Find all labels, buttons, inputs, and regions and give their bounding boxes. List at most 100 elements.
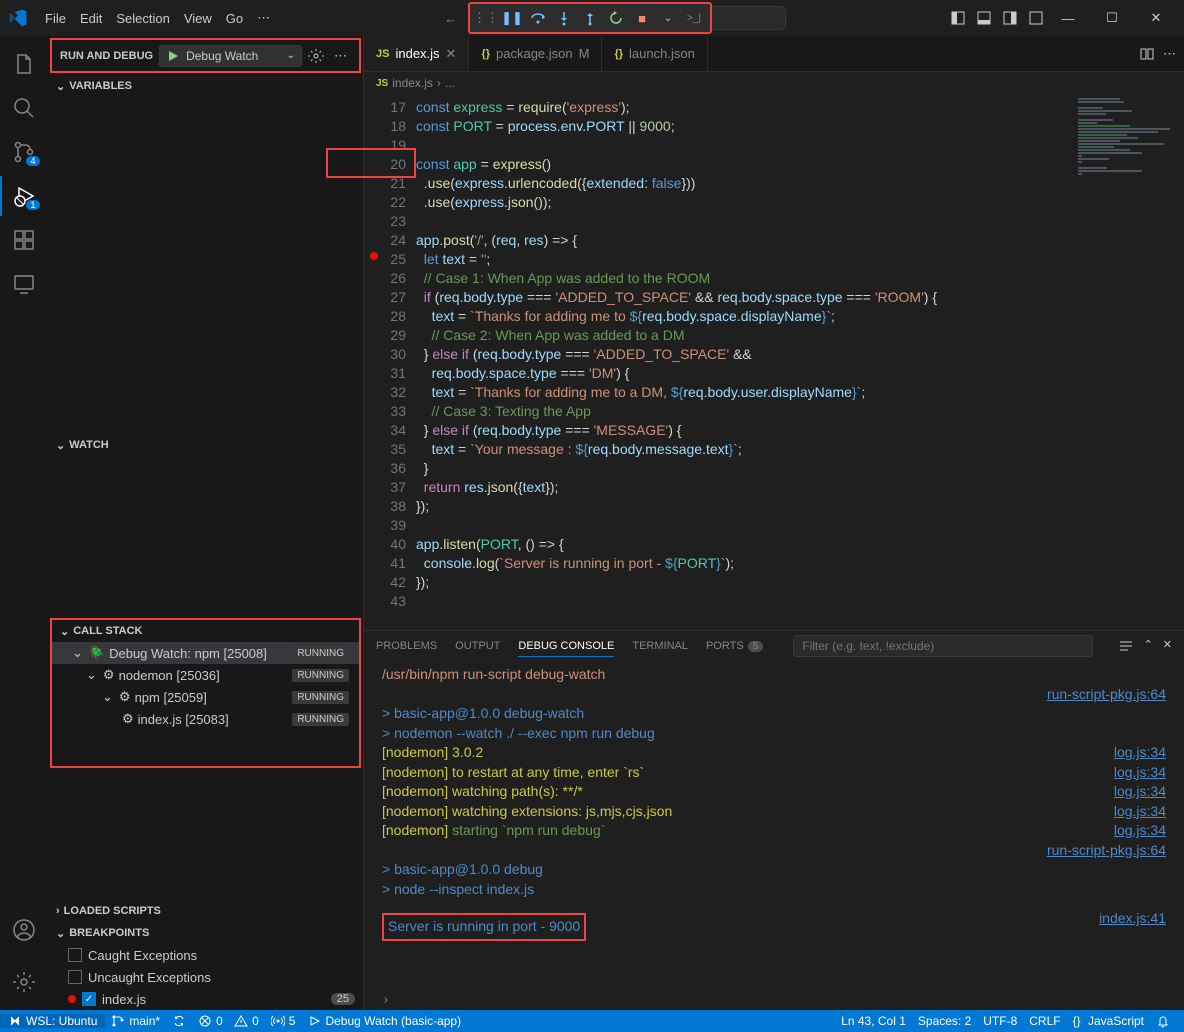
cursor-position[interactable]: Ln 43, Col 1 bbox=[835, 1014, 912, 1028]
layout-3-icon[interactable] bbox=[998, 6, 1022, 30]
debug-cmd-icon[interactable]: >_| bbox=[682, 6, 706, 30]
sync-status[interactable] bbox=[166, 1014, 192, 1028]
callstack-item[interactable]: ⌄⚙ nodemon [25036]RUNNING bbox=[52, 664, 359, 686]
callstack-item[interactable]: ⌄🪲 Debug Watch: npm [25008]RUNNING bbox=[52, 642, 359, 664]
branch-status[interactable]: main* bbox=[105, 1014, 166, 1028]
breakpoint-file[interactable]: ✓index.js25 bbox=[48, 988, 363, 1010]
debug-console[interactable]: /usr/bin/npm run-script debug-watchrun-s… bbox=[364, 661, 1184, 991]
layout-1-icon[interactable] bbox=[946, 6, 970, 30]
tab-ports[interactable]: PORTS5 bbox=[706, 636, 763, 656]
variables-section[interactable]: ⌄VARIABLES bbox=[48, 75, 363, 97]
process-icon: ⚙ bbox=[119, 689, 131, 705]
menu-view[interactable]: View bbox=[177, 11, 219, 26]
remote-status[interactable]: WSL: Ubuntu bbox=[0, 1014, 105, 1028]
breadcrumb[interactable]: JS index.js › ... bbox=[364, 72, 1184, 94]
watch-section[interactable]: ⌄WATCH bbox=[48, 434, 363, 456]
more-actions-icon[interactable]: ⋯ bbox=[330, 48, 351, 64]
layout-4-icon[interactable] bbox=[1024, 6, 1048, 30]
minimize-icon[interactable]: — bbox=[1048, 4, 1088, 32]
menu-more[interactable]: ⋯ bbox=[250, 10, 277, 26]
step-out-icon[interactable] bbox=[578, 6, 602, 30]
debug-config-selector[interactable]: Debug Watch ⌄ bbox=[159, 45, 302, 67]
indent-status[interactable]: Spaces: 2 bbox=[912, 1014, 977, 1028]
menu-selection[interactable]: Selection bbox=[109, 11, 176, 26]
close-window-icon[interactable]: ✕ bbox=[1136, 4, 1176, 32]
console-filter-input[interactable] bbox=[793, 635, 1093, 657]
source-control-icon[interactable]: 4 bbox=[0, 132, 48, 172]
maximize-panel-icon[interactable]: ⌃ bbox=[1144, 638, 1153, 654]
nav-back-icon[interactable]: ← bbox=[438, 5, 464, 31]
run-debug-icon[interactable]: 1 bbox=[0, 176, 48, 216]
panel-tabs: PROBLEMS OUTPUT DEBUG CONSOLE TERMINAL P… bbox=[364, 631, 1184, 661]
breakpoints-section[interactable]: ⌄BREAKPOINTS bbox=[48, 922, 363, 944]
run-debug-title: RUN AND DEBUG bbox=[60, 50, 153, 62]
tab-terminal[interactable]: TERMINAL bbox=[632, 636, 688, 656]
tab-index-js[interactable]: JS index.js ✕ bbox=[364, 36, 469, 71]
close-panel-icon[interactable]: ✕ bbox=[1163, 638, 1172, 654]
eol-status[interactable]: CRLF bbox=[1023, 1014, 1066, 1028]
breakpoint-indicator-icon[interactable] bbox=[370, 252, 378, 260]
checkbox-icon[interactable] bbox=[68, 970, 82, 984]
drag-handle-icon[interactable]: ⋮⋮ bbox=[474, 6, 498, 30]
compare-icon[interactable] bbox=[1139, 46, 1155, 62]
error-icon bbox=[198, 1014, 212, 1028]
debug-dropdown-icon[interactable]: ⌄ bbox=[656, 6, 680, 30]
minimap[interactable] bbox=[1074, 94, 1184, 630]
pause-icon[interactable]: ❚❚ bbox=[500, 6, 524, 30]
layout-2-icon[interactable] bbox=[972, 6, 996, 30]
more-tab-icon[interactable]: ⋯ bbox=[1163, 46, 1176, 62]
branch-icon bbox=[111, 1014, 125, 1028]
line-gutter[interactable]: 1718192021222324252627282930313233343536… bbox=[364, 94, 416, 630]
maximize-icon[interactable]: ☐ bbox=[1092, 4, 1132, 32]
warning-icon bbox=[234, 1014, 248, 1028]
ports-status[interactable]: 5 bbox=[265, 1014, 302, 1028]
notifications-icon[interactable] bbox=[1150, 1014, 1176, 1028]
language-status[interactable]: {} JavaScript bbox=[1067, 1014, 1150, 1028]
play-icon bbox=[166, 49, 180, 63]
breakpoint-caught[interactable]: Caught Exceptions bbox=[48, 944, 363, 966]
breakpoint-uncaught[interactable]: Uncaught Exceptions bbox=[48, 966, 363, 988]
clear-console-icon[interactable] bbox=[1118, 638, 1134, 654]
tab-package-json[interactable]: {} package.json M bbox=[469, 36, 602, 71]
callstack-item[interactable]: ⚙ index.js [25083]RUNNING bbox=[52, 708, 359, 730]
callstack-header[interactable]: ⌄CALL STACK bbox=[52, 620, 359, 642]
menu-file[interactable]: File bbox=[38, 11, 73, 26]
step-over-icon[interactable] bbox=[526, 6, 550, 30]
remote-icon bbox=[8, 1014, 22, 1028]
debug-config-name: Debug Watch bbox=[186, 49, 258, 63]
checkbox-icon[interactable] bbox=[68, 948, 82, 962]
restart-icon[interactable] bbox=[604, 6, 628, 30]
checkbox-icon[interactable]: ✓ bbox=[82, 992, 96, 1006]
menu-edit[interactable]: Edit bbox=[73, 11, 109, 26]
loaded-scripts-section[interactable]: ›LOADED SCRIPTS bbox=[48, 900, 363, 922]
debug-status[interactable]: Debug Watch (basic-app) bbox=[301, 1014, 467, 1028]
debug-header: RUN AND DEBUG Debug Watch ⌄ ⋯ bbox=[50, 38, 361, 73]
menu-go[interactable]: Go bbox=[219, 11, 250, 26]
code-editor[interactable]: 1718192021222324252627282930313233343536… bbox=[364, 94, 1184, 630]
gear-icon[interactable] bbox=[308, 48, 324, 64]
callstack-item[interactable]: ⌄⚙ npm [25059]RUNNING bbox=[52, 686, 359, 708]
stop-icon[interactable]: ■ bbox=[630, 6, 654, 30]
search-activity-icon[interactable] bbox=[0, 88, 48, 128]
json-file-icon: {} bbox=[481, 48, 490, 60]
settings-activity-icon[interactable] bbox=[0, 962, 48, 1002]
close-tab-icon[interactable]: ✕ bbox=[446, 46, 457, 62]
encoding-status[interactable]: UTF-8 bbox=[977, 1014, 1023, 1028]
accounts-icon[interactable] bbox=[0, 910, 48, 950]
step-into-icon[interactable] bbox=[552, 6, 576, 30]
tab-debug-console[interactable]: DEBUG CONSOLE bbox=[518, 636, 614, 657]
vscode-logo-icon bbox=[8, 8, 28, 28]
antenna-icon bbox=[271, 1014, 285, 1028]
tab-launch-json[interactable]: {} launch.json bbox=[602, 36, 707, 71]
explorer-icon[interactable] bbox=[0, 44, 48, 84]
remote-explorer-icon[interactable] bbox=[0, 264, 48, 304]
sync-icon bbox=[172, 1014, 186, 1028]
debug-icon bbox=[307, 1014, 321, 1028]
breakpoint-dot-icon bbox=[68, 995, 76, 1003]
tab-problems[interactable]: PROBLEMS bbox=[376, 636, 437, 656]
extensions-icon[interactable] bbox=[0, 220, 48, 260]
tab-output[interactable]: OUTPUT bbox=[455, 636, 500, 656]
bug-icon: 🪲 bbox=[89, 645, 105, 661]
errors-status[interactable]: 0 0 bbox=[192, 1014, 265, 1028]
console-prompt[interactable]: › bbox=[364, 991, 1184, 1010]
